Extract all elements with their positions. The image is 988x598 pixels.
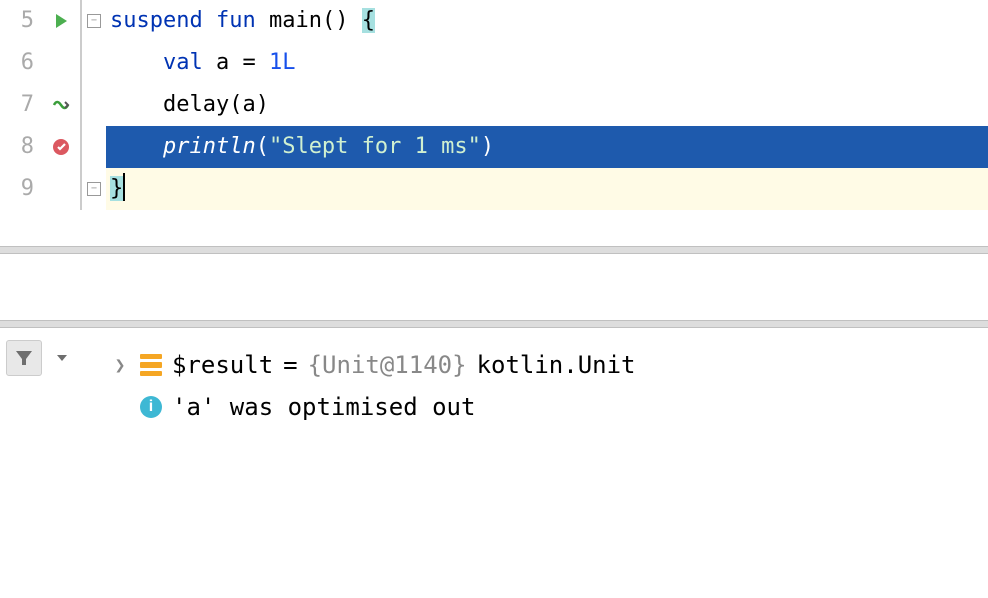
funnel-icon [14, 348, 34, 368]
line-number: 8 [0, 126, 34, 168]
variable-row[interactable]: ❯ $result = {Unit@1140} kotlin.Unit [110, 344, 988, 386]
line-number: 9 [0, 168, 34, 210]
run-icon[interactable] [52, 12, 70, 30]
code-line[interactable]: delay(a) [106, 84, 988, 126]
value-stack-icon [140, 354, 162, 376]
line-number: 6 [0, 42, 34, 84]
variables-toolbar [0, 328, 100, 598]
variables-content: ❯ $result = {Unit@1140} kotlin.Unit ❯ i … [100, 328, 988, 598]
line-number-gutter: 5 6 7 8 9 [0, 0, 42, 210]
code-line[interactable]: val a = 1L [106, 42, 988, 84]
code-line-caret[interactable]: } [106, 168, 988, 210]
equals: = [283, 351, 297, 379]
panel-divider[interactable] [0, 320, 988, 328]
variable-type: kotlin.Unit [477, 351, 636, 379]
text-cursor [123, 173, 125, 201]
variables-panel: ❯ $result = {Unit@1140} kotlin.Unit ❯ i … [0, 328, 988, 598]
code-line-execution-point[interactable]: println("Slept for 1 ms") [106, 126, 988, 168]
execution-point-icon[interactable] [51, 95, 71, 115]
chevron-down-icon [55, 351, 69, 365]
info-message: 'a' was optimised out [172, 393, 475, 421]
filter-button[interactable] [6, 340, 42, 376]
gutter-icons [42, 0, 80, 210]
fold-start-icon[interactable]: − [87, 14, 101, 28]
expand-handle-icon[interactable]: ❯ [110, 355, 130, 376]
code-editor: 5 6 7 8 9 [0, 0, 988, 210]
breakpoint-icon[interactable] [51, 137, 71, 157]
code-content[interactable]: suspend fun main() { val a = 1L delay(a)… [106, 0, 988, 210]
editor-empty-space [0, 210, 988, 246]
info-icon: i [140, 396, 162, 418]
empty-panel [0, 254, 988, 320]
line-number: 5 [0, 0, 34, 42]
fold-gutter: − − [82, 0, 106, 210]
variable-name: $result [172, 351, 273, 379]
line-number: 7 [0, 84, 34, 126]
variable-info-row: ❯ i 'a' was optimised out [110, 386, 988, 428]
fold-end-icon[interactable]: − [87, 182, 101, 196]
variable-object-id: {Unit@1140} [308, 351, 467, 379]
panel-divider[interactable] [0, 246, 988, 254]
code-line[interactable]: suspend fun main() { [106, 0, 988, 42]
dropdown-button[interactable] [50, 340, 74, 376]
